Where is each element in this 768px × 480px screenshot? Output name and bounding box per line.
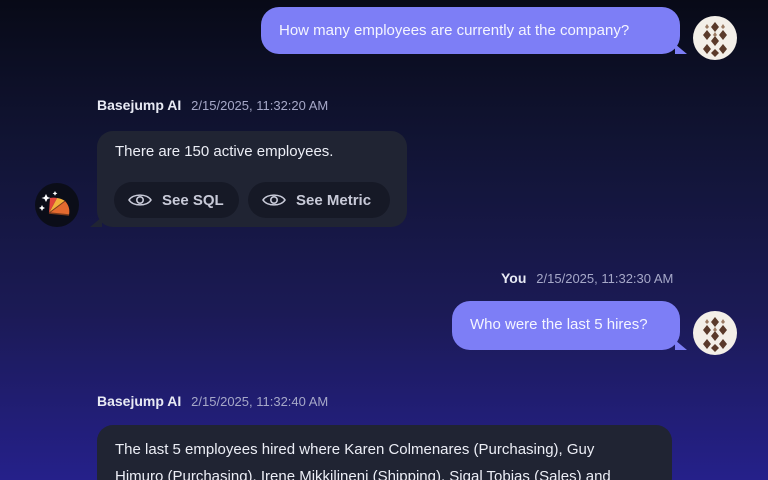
- ai-message-line: Himuro (Purchasing), Irene Mikkilineni (…: [115, 468, 611, 480]
- user-avatar: [693, 311, 737, 355]
- user-message-text: How many employees are currently at the …: [279, 22, 630, 39]
- user-message-bubble: Who were the last 5 hires?: [452, 301, 687, 350]
- ai-avatar: [35, 183, 79, 227]
- sender-name: Basejump AI: [97, 393, 182, 409]
- timestamp: 2/15/2025, 11:32:40 AM: [191, 394, 329, 409]
- sparkles-fan-icon: [39, 191, 70, 216]
- user-avatar: [693, 16, 737, 60]
- ai-message-line: The last 5 employees hired where Karen C…: [115, 441, 595, 458]
- message-meta: Basejump AI 2/15/2025, 11:32:40 AM: [97, 393, 328, 409]
- message-meta: Basejump AI 2/15/2025, 11:32:20 AM: [97, 97, 328, 113]
- checkered-pattern-icon: [703, 317, 727, 352]
- timestamp: 2/15/2025, 11:32:30 AM: [536, 271, 674, 286]
- see-metric-button[interactable]: See Metric: [248, 182, 390, 218]
- user-message-bubble: How many employees are currently at the …: [261, 7, 687, 54]
- checkered-pattern-icon: [703, 22, 727, 57]
- timestamp: 2/15/2025, 11:32:20 AM: [191, 98, 329, 113]
- sender-name: You: [501, 270, 527, 286]
- eye-icon: [262, 194, 286, 206]
- ai-message-bubble: The last 5 employees hired where Karen C…: [97, 425, 672, 480]
- see-sql-button[interactable]: See SQL: [114, 182, 239, 218]
- see-sql-label: See SQL: [162, 191, 224, 209]
- eye-icon: [128, 194, 152, 206]
- ai-message-text: The last 5 employees hired where Karen C…: [115, 436, 611, 480]
- user-message-text: Who were the last 5 hires?: [470, 316, 648, 333]
- ai-message-text: There are 150 active employees.: [115, 143, 334, 160]
- see-metric-label: See Metric: [296, 191, 372, 209]
- message-meta: You 2/15/2025, 11:32:30 AM: [501, 270, 673, 286]
- ai-message-bubble: There are 150 active employees. See SQL …: [90, 131, 407, 227]
- sender-name: Basejump AI: [97, 97, 182, 113]
